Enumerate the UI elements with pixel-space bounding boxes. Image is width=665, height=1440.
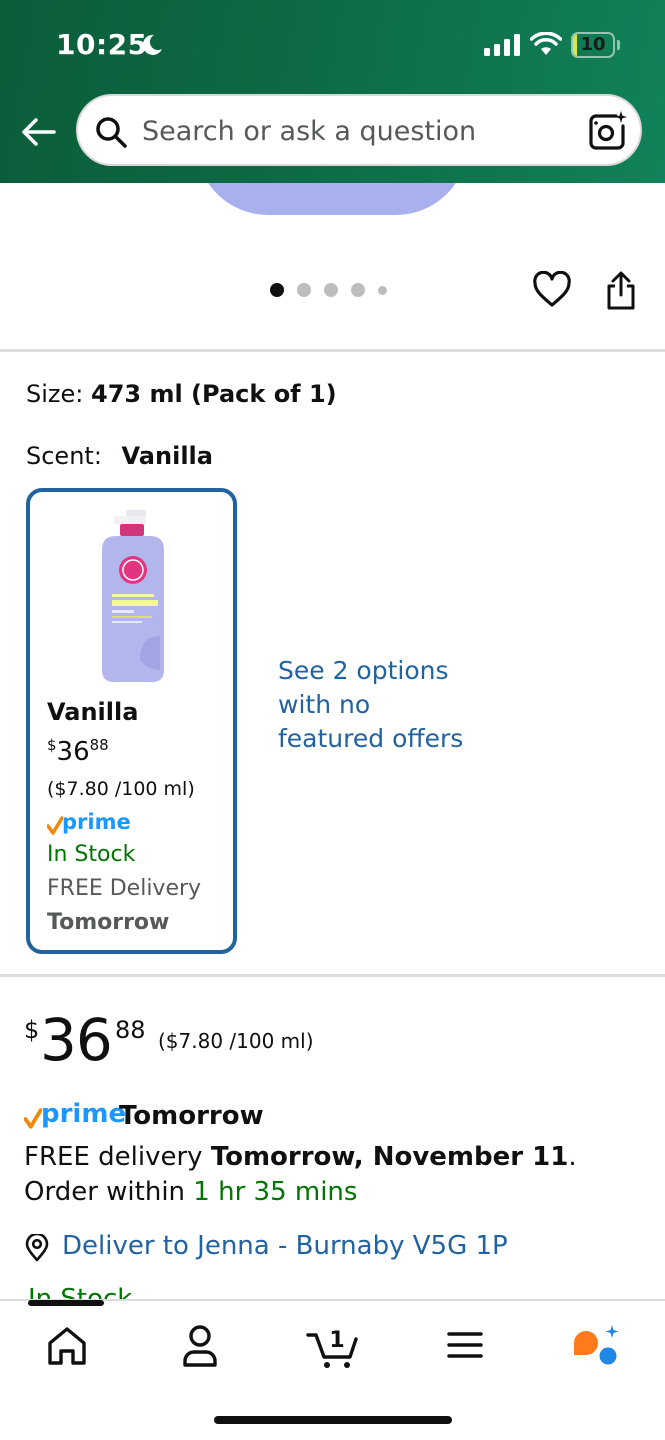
stock-status-partial: In Stock [28, 1284, 133, 1300]
search-icon [96, 117, 127, 148]
prime-check-icon [47, 816, 63, 835]
gallery-dot [270, 283, 284, 297]
battery-icon: 10 [571, 32, 621, 58]
prime-logo-text: prime [62, 810, 131, 834]
account-icon [183, 1325, 217, 1367]
order-countdown: 1 hr 35 mins [193, 1177, 358, 1207]
scent-label: Scent: [26, 442, 102, 470]
delivery-prefix: FREE delivery [24, 1142, 211, 1172]
product-image-gallery[interactable] [0, 183, 665, 351]
variant-delivery-day: Tomorrow [47, 910, 170, 935]
variant-unit-price: ($7.80 /100 ml) [47, 778, 195, 800]
search-placeholder: Search or ask a question [142, 116, 477, 147]
nav-cart[interactable]: 1 [306, 1321, 362, 1369]
variant-price: $3688 [47, 736, 109, 767]
prime-delivery-day: Tomorrow [119, 1101, 264, 1131]
camera-search-icon[interactable] [586, 110, 628, 152]
search-input[interactable]: Search or ask a question [76, 94, 642, 166]
variant-card-vanilla[interactable]: Vanilla $3688 ($7.80 /100 ml) prime In S… [26, 488, 237, 954]
variant-stock-status: In Stock [47, 842, 136, 867]
section-divider [0, 349, 665, 352]
nav-rufus-assistant[interactable] [570, 1321, 620, 1369]
gallery-dot [378, 285, 387, 295]
prime-logo-text: prime [41, 1099, 127, 1129]
variant-price-whole: 36 [56, 737, 90, 767]
location-pin-icon [25, 1234, 49, 1262]
hamburger-menu-icon [447, 1332, 483, 1358]
deliver-to-address: Deliver to Jenna - Burnaby V5G 1P [62, 1231, 508, 1261]
size-label: Size: [26, 380, 84, 408]
prime-check-icon [24, 1108, 42, 1129]
battery-level: 10 [580, 34, 606, 55]
nav-menu[interactable] [440, 1321, 490, 1369]
scent-selection: Scent: Vanilla [26, 442, 213, 470]
buybox-price-currency: $ [24, 1016, 40, 1044]
nav-home[interactable] [42, 1321, 92, 1369]
status-time: 10:25 [56, 28, 148, 61]
home-icon [48, 1327, 86, 1365]
size-selection: Size: 473 ml (Pack of 1) [26, 380, 337, 408]
status-bar: 10:25 10 [0, 0, 665, 90]
variant-price-currency: $ [47, 736, 57, 754]
gallery-dot [351, 283, 365, 297]
buybox-unit-price: ($7.80 /100 ml) [158, 1029, 314, 1053]
moon-icon [142, 34, 162, 55]
gallery-dot [297, 283, 311, 297]
see-options-link[interactable]: See 2 options with no featured offers [278, 654, 468, 756]
cart-count-badge: 1 [329, 1328, 344, 1353]
delivery-message: FREE delivery Tomorrow, November 11. Ord… [24, 1140, 634, 1210]
home-indicator-bar[interactable] [214, 1416, 452, 1424]
nav-account[interactable] [175, 1321, 225, 1369]
gallery-page-indicator [270, 283, 400, 299]
gallery-dot [324, 283, 338, 297]
variant-price-cents: 88 [89, 736, 109, 754]
rufus-assistant-icon [574, 1325, 619, 1365]
variant-name: Vanilla [47, 698, 139, 726]
size-value: 473 ml (Pack of 1) [91, 380, 337, 408]
section-divider [0, 974, 665, 977]
buybox-price-cents: 88 [115, 1016, 146, 1044]
cellular-signal-icon [484, 34, 520, 56]
buybox-price-whole: 36 [40, 1006, 113, 1074]
delivery-date: Tomorrow, November 11 [210, 1142, 569, 1172]
scent-value: Vanilla [121, 442, 213, 470]
product-image [196, 183, 468, 215]
variant-delivery: FREE Delivery [47, 876, 202, 901]
cart-icon: 1 [306, 1328, 358, 1368]
prime-delivery-badge: prime Tomorrow [24, 1099, 324, 1135]
app-header: 10:25 10 Search or ask a question [0, 0, 665, 183]
back-arrow-icon[interactable] [18, 112, 58, 152]
nav-active-indicator [28, 1300, 104, 1306]
heart-icon[interactable] [532, 271, 572, 309]
wifi-icon [530, 32, 562, 55]
share-icon[interactable] [604, 271, 638, 311]
product-thumbnail-image [102, 510, 164, 682]
deliver-to-link[interactable]: Deliver to Jenna - Burnaby V5G 1P [24, 1230, 624, 1264]
